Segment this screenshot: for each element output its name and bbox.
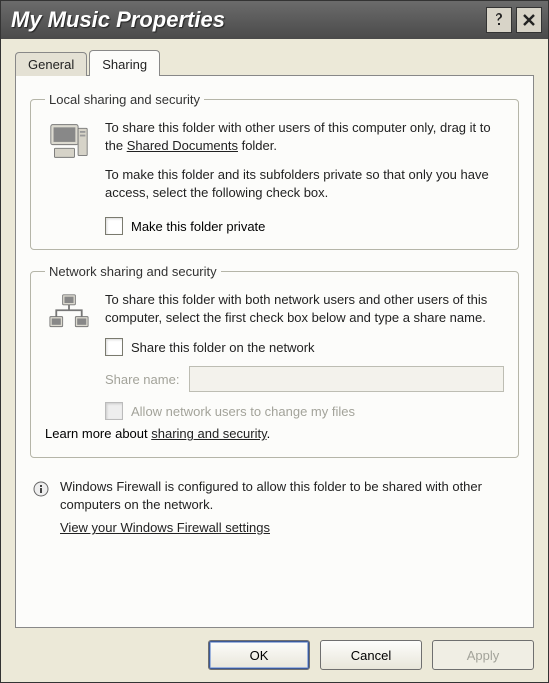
group-local-sharing: Local sharing and security (30, 92, 519, 250)
tab-sharing[interactable]: Sharing (89, 50, 160, 76)
group-network-legend: Network sharing and security (45, 264, 221, 279)
group-local-legend: Local sharing and security (45, 92, 204, 107)
shared-documents-link[interactable]: Shared Documents (127, 138, 238, 153)
network-text-1: To share this folder with both network u… (105, 291, 504, 326)
ok-button[interactable]: OK (208, 640, 310, 670)
dialog-buttons: OK Cancel Apply (15, 628, 534, 670)
firewall-text: Windows Firewall is configured to allow … (60, 478, 517, 513)
cancel-button[interactable]: Cancel (320, 640, 422, 670)
sharing-security-link[interactable]: sharing and security (151, 426, 266, 441)
firewall-info: Windows Firewall is configured to allow … (32, 478, 517, 537)
tab-panel-sharing: Local sharing and security (15, 75, 534, 628)
client-area: General Sharing Local sharing and securi… (1, 39, 548, 682)
local-text-1: To share this folder with other users of… (105, 119, 504, 154)
share-network-label[interactable]: Share this folder on the network (131, 339, 315, 357)
help-icon (491, 12, 507, 28)
group-network-sharing: Network sharing and security To share th… (30, 264, 519, 458)
titlebar: My Music Properties (1, 1, 548, 39)
properties-dialog: My Music Properties General Sharing Loca… (0, 0, 549, 683)
tab-strip: General Sharing (15, 49, 534, 75)
info-icon (32, 480, 50, 498)
make-private-label[interactable]: Make this folder private (131, 219, 265, 234)
make-private-checkbox[interactable] (105, 217, 123, 235)
close-button[interactable] (516, 7, 542, 33)
apply-button: Apply (432, 640, 534, 670)
share-network-checkbox[interactable] (105, 338, 123, 356)
help-button[interactable] (486, 7, 512, 33)
allow-change-label: Allow network users to change my files (131, 404, 355, 419)
share-name-label: Share name: (105, 372, 179, 387)
firewall-settings-link[interactable]: View your Windows Firewall settings (60, 520, 270, 535)
learn-more-line: Learn more about sharing and security. (45, 426, 504, 441)
allow-change-checkbox (105, 402, 123, 420)
computer-icon (47, 121, 91, 161)
local-text-2: To make this folder and its subfolders p… (105, 166, 504, 201)
network-icon (47, 293, 91, 333)
tab-general[interactable]: General (15, 52, 87, 76)
window-title: My Music Properties (11, 7, 482, 33)
share-name-input (189, 366, 504, 392)
close-icon (521, 12, 537, 28)
